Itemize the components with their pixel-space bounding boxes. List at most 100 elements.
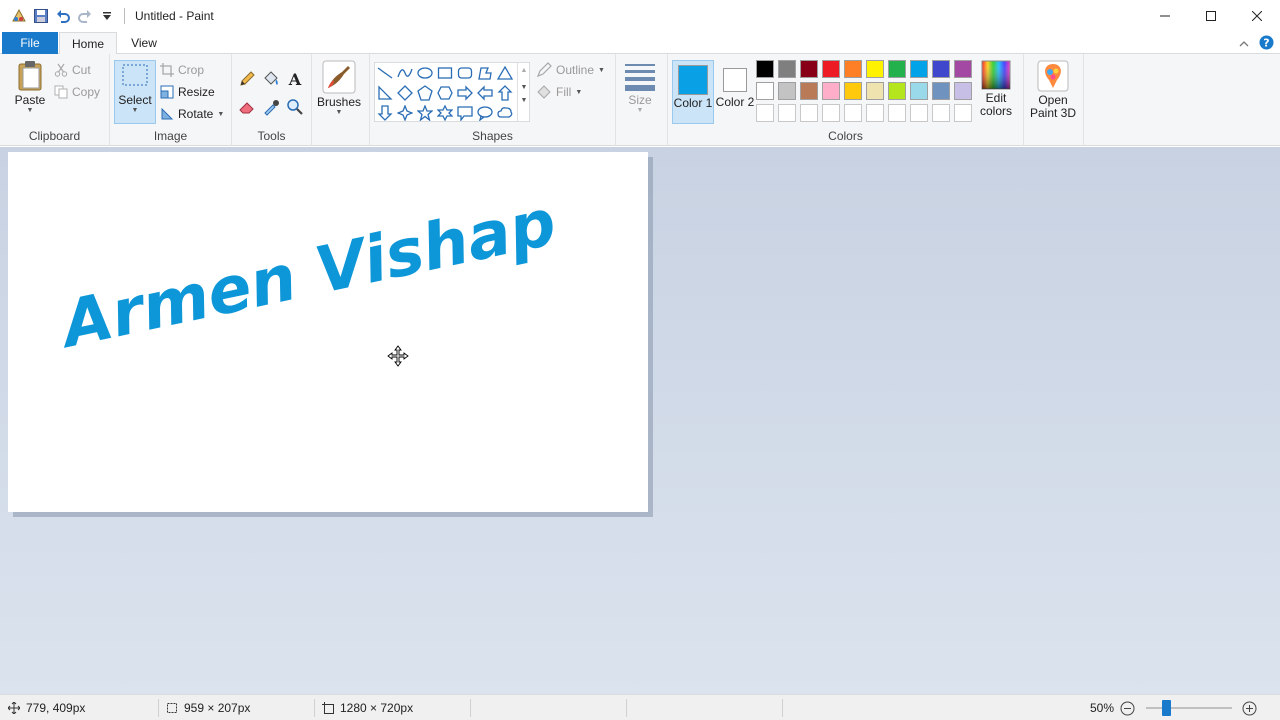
diamond-shape-icon[interactable]	[395, 83, 415, 103]
four-point-star-shape-icon[interactable]	[395, 103, 415, 123]
brushes-button[interactable]: Brushes ▼	[316, 60, 362, 116]
palette-swatch[interactable]	[866, 82, 884, 100]
palette-swatch[interactable]	[822, 82, 840, 100]
cut-button[interactable]: Cut	[54, 60, 91, 80]
select-button-content[interactable]: Select ▼	[114, 60, 156, 114]
palette-swatch[interactable]	[822, 104, 840, 122]
palette-swatch[interactable]	[844, 60, 862, 78]
maximize-button[interactable]	[1188, 0, 1234, 32]
zoom-out-button[interactable]	[1120, 695, 1135, 720]
brushes-dropdown-icon[interactable]: ▼	[336, 109, 343, 116]
palette-swatch[interactable]	[844, 82, 862, 100]
magnifier-icon[interactable]	[286, 98, 304, 119]
palette-swatch[interactable]	[888, 82, 906, 100]
pentagon-shape-icon[interactable]	[415, 83, 435, 103]
down-arrow-shape-icon[interactable]	[375, 103, 395, 123]
customize-toolbar-icon[interactable]	[98, 7, 116, 25]
minimize-button[interactable]	[1142, 0, 1188, 32]
color-picker-icon[interactable]	[262, 98, 280, 119]
rectangle-shape-icon[interactable]	[435, 63, 455, 83]
palette-swatch[interactable]	[756, 82, 774, 100]
size-button[interactable]: Size ▼	[620, 60, 660, 114]
palette-swatch[interactable]	[932, 104, 950, 122]
tab-home[interactable]: Home	[59, 32, 117, 55]
rounded-rectangle-shape-icon[interactable]	[455, 63, 475, 83]
cloud-callout-shape-icon[interactable]	[495, 103, 515, 123]
palette-swatch[interactable]	[910, 60, 928, 78]
open-paint3d-button[interactable]: Open Paint 3D	[1028, 60, 1078, 120]
redo-icon[interactable]	[76, 7, 94, 25]
palette-swatch[interactable]	[844, 104, 862, 122]
rotate-dropdown-icon[interactable]: ▼	[217, 111, 224, 118]
line-shape-icon[interactable]	[375, 63, 395, 83]
zoom-slider[interactable]	[1146, 707, 1232, 709]
zoom-slider-thumb[interactable]	[1162, 700, 1171, 716]
rect-callout-shape-icon[interactable]	[455, 103, 475, 123]
scroll-up-icon[interactable]: ▲	[518, 67, 530, 74]
five-point-star-shape-icon[interactable]	[415, 103, 435, 123]
right-triangle-shape-icon[interactable]	[375, 83, 395, 103]
palette-swatch[interactable]	[778, 60, 796, 78]
triangle-shape-icon[interactable]	[495, 63, 515, 83]
palette-swatch[interactable]	[778, 104, 796, 122]
copy-button[interactable]: Copy	[54, 82, 100, 102]
paint-app-icon[interactable]	[10, 7, 28, 25]
tab-view[interactable]: View	[118, 32, 170, 54]
palette-swatch[interactable]	[888, 60, 906, 78]
palette-swatch[interactable]	[800, 60, 818, 78]
fill-button[interactable]: Fill ▼	[536, 82, 582, 102]
palette-swatch[interactable]	[756, 60, 774, 78]
eraser-icon[interactable]	[238, 98, 256, 119]
palette-swatch[interactable]	[888, 104, 906, 122]
right-arrow-shape-icon[interactable]	[455, 83, 475, 103]
paste-button[interactable]: Paste ▼	[10, 60, 50, 114]
palette-swatch[interactable]	[954, 104, 972, 122]
drawing-canvas[interactable]: Armen Vishap	[8, 152, 648, 512]
canvas-workspace[interactable]: Armen Vishap	[0, 147, 1280, 694]
close-button[interactable]	[1234, 0, 1280, 32]
palette-swatch[interactable]	[932, 82, 950, 100]
save-icon[interactable]	[32, 7, 50, 25]
outline-button[interactable]: Outline ▼	[536, 60, 605, 80]
palette-swatch[interactable]	[910, 104, 928, 122]
six-point-star-shape-icon[interactable]	[435, 103, 455, 123]
zoom-in-button[interactable]	[1242, 695, 1257, 720]
shapes-scrollbar[interactable]: ▲ ▼ ▼	[517, 63, 530, 121]
oval-shape-icon[interactable]	[415, 63, 435, 83]
palette-swatch[interactable]	[778, 82, 796, 100]
palette-swatch[interactable]	[932, 60, 950, 78]
palette-swatch[interactable]	[756, 104, 774, 122]
curve-shape-icon[interactable]	[395, 63, 415, 83]
color2-button[interactable]: Color 2	[714, 60, 756, 124]
left-arrow-shape-icon[interactable]	[475, 83, 495, 103]
crop-button[interactable]: Crop	[160, 60, 204, 80]
undo-icon[interactable]	[54, 7, 72, 25]
oval-callout-shape-icon[interactable]	[475, 103, 495, 123]
tab-file[interactable]: File	[2, 32, 58, 54]
palette-swatch[interactable]	[822, 60, 840, 78]
palette-swatch[interactable]	[800, 104, 818, 122]
hexagon-shape-icon[interactable]	[435, 83, 455, 103]
scroll-down-icon[interactable]: ▼	[518, 84, 530, 91]
edit-colors-button[interactable]: Edit colors	[974, 60, 1018, 118]
palette-swatch[interactable]	[866, 60, 884, 78]
polygon-shape-icon[interactable]	[475, 63, 495, 83]
palette-swatch[interactable]	[954, 82, 972, 100]
palette-swatch[interactable]	[910, 82, 928, 100]
palette-swatch[interactable]	[866, 104, 884, 122]
rotate-button[interactable]: Rotate ▼	[160, 104, 224, 124]
color1-button[interactable]: Color 1	[672, 60, 714, 124]
resize-button[interactable]: Resize	[160, 82, 215, 102]
pencil-icon[interactable]	[238, 70, 256, 91]
shapes-expand-icon[interactable]: ▼	[518, 97, 530, 104]
help-icon[interactable]: ?	[1259, 35, 1274, 53]
paste-dropdown-icon[interactable]: ▼	[27, 107, 34, 114]
cursor-position: 779, 409px	[8, 695, 85, 720]
collapse-ribbon-icon[interactable]	[1239, 37, 1249, 51]
fill-bucket-icon[interactable]	[262, 70, 280, 91]
up-arrow-shape-icon[interactable]	[495, 83, 515, 103]
palette-swatch[interactable]	[954, 60, 972, 78]
palette-swatch[interactable]	[800, 82, 818, 100]
select-dropdown-icon[interactable]: ▼	[132, 107, 139, 114]
text-tool-icon[interactable]: A	[286, 70, 304, 91]
